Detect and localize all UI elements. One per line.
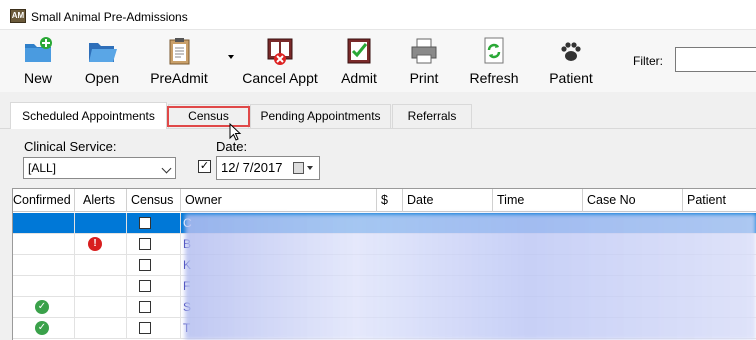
alerts-cell: [75, 276, 127, 296]
census-cell: [127, 234, 181, 254]
filter-label: Filter:: [633, 54, 663, 68]
census-checkbox[interactable]: [139, 301, 151, 313]
patient-label: Patient: [549, 70, 593, 86]
census-cell: [127, 255, 181, 275]
confirmed-check-icon: ✓: [35, 321, 49, 335]
census-cell: [127, 276, 181, 296]
toolbar: New Open PreAdmit Cancel Appt Admit Prin…: [0, 30, 756, 92]
confirmed-cell: [13, 213, 75, 233]
printer-icon: [411, 38, 437, 64]
calendar-icon[interactable]: [293, 162, 304, 174]
refresh-icon: [484, 37, 504, 64]
print-button[interactable]: Print: [402, 32, 446, 90]
alerts-cell: [75, 318, 127, 338]
alerts-cell: [75, 255, 127, 275]
confirmed-cell: ✓: [13, 318, 75, 338]
admit-label: Admit: [341, 70, 377, 86]
redacted-area: [185, 214, 756, 340]
clinical-service-value: [ALL]: [28, 161, 57, 175]
paw-icon: [561, 42, 581, 61]
preadmit-label: PreAdmit: [150, 70, 208, 86]
title-bar: AM Small Animal Pre-Admissions: [0, 0, 756, 30]
open-label: Open: [84, 70, 120, 86]
confirmed-cell: [13, 276, 75, 296]
open-folder-icon: [89, 43, 117, 62]
column-header-alerts[interactable]: Alerts: [75, 189, 127, 212]
column-header-case-no[interactable]: Case No: [583, 189, 683, 212]
column-header-amount[interactable]: $: [377, 189, 403, 212]
alert-icon[interactable]: !: [88, 237, 102, 251]
grid-header: Confirmed Alerts Census Owner $ Date Tim…: [13, 188, 756, 212]
cancel-appt-label: Cancel Appt: [242, 70, 318, 86]
print-label: Print: [409, 70, 439, 86]
column-header-confirmed[interactable]: Confirmed: [13, 189, 75, 212]
confirmed-cell: [13, 255, 75, 275]
date-picker[interactable]: 12/ 7/2017: [216, 156, 320, 180]
census-checkbox[interactable]: [139, 238, 151, 250]
admit-button[interactable]: Admit: [336, 32, 382, 90]
preadmit-button[interactable]: PreAdmit: [148, 32, 210, 90]
date-value: 12/ 7/2017: [221, 160, 283, 175]
filter-input[interactable]: [675, 47, 756, 72]
confirmed-check-icon: ✓: [35, 300, 49, 314]
open-button[interactable]: Open: [78, 32, 126, 90]
new-folder-icon: [25, 37, 52, 62]
clipboard-icon: [169, 38, 190, 65]
new-label: New: [23, 70, 52, 86]
alerts-cell: [75, 297, 127, 317]
clinical-service-select[interactable]: [ALL]: [23, 157, 176, 179]
refresh-button[interactable]: Refresh: [468, 32, 520, 90]
admit-check-icon: [347, 38, 371, 64]
clinical-service-label: Clinical Service:: [24, 139, 117, 154]
app-icon: AM: [10, 9, 26, 23]
tab-pending-appointments[interactable]: Pending Appointments: [250, 104, 391, 128]
new-button[interactable]: New: [14, 32, 62, 90]
column-header-time[interactable]: Time: [493, 189, 583, 212]
date-dropdown-arrow-icon[interactable]: [307, 166, 313, 170]
confirmed-cell: ✓: [13, 297, 75, 317]
column-header-census[interactable]: Census: [127, 189, 181, 212]
chevron-down-icon: [161, 163, 172, 174]
preadmit-dropdown-arrow[interactable]: [228, 55, 234, 59]
refresh-label: Refresh: [469, 70, 519, 86]
cancel-book-icon: [267, 38, 293, 65]
date-checkbox[interactable]: ✓: [198, 160, 211, 173]
census-cell: [127, 297, 181, 317]
tab-scheduled-appointments[interactable]: Scheduled Appointments: [10, 102, 167, 129]
census-checkbox[interactable]: [139, 259, 151, 271]
column-header-date[interactable]: Date: [403, 189, 493, 212]
window-title: Small Animal Pre-Admissions: [31, 10, 188, 24]
census-checkbox[interactable]: [139, 280, 151, 292]
date-label: Date:: [216, 139, 248, 154]
column-header-patient[interactable]: Patient: [683, 189, 756, 212]
confirmed-cell: [13, 234, 75, 254]
column-header-owner[interactable]: Owner: [181, 189, 377, 212]
alerts-cell: !: [75, 234, 127, 254]
census-cell: [127, 213, 181, 233]
patient-button[interactable]: Patient: [546, 32, 596, 90]
cancel-appt-button[interactable]: Cancel Appt: [240, 32, 320, 90]
tab-referrals[interactable]: Referrals: [392, 104, 472, 128]
census-checkbox[interactable]: [139, 217, 151, 229]
census-cell: [127, 318, 181, 338]
census-checkbox[interactable]: [139, 322, 151, 334]
alerts-cell: [75, 213, 127, 233]
